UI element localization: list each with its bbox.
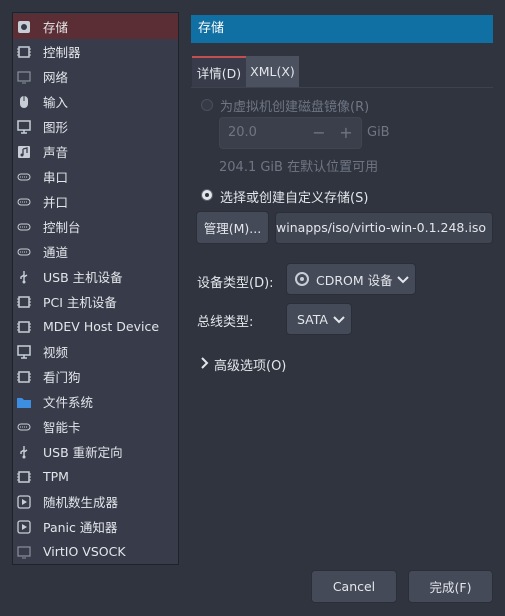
sidebar-item[interactable]: TPM (13, 464, 178, 489)
monitor-icon (16, 119, 32, 135)
sidebar-item[interactable]: 通道 (13, 239, 178, 264)
usb-redirect-icon (16, 444, 32, 460)
sidebar-item[interactable]: USB 重新定向 (13, 439, 178, 464)
bus-type-value: SATA (297, 311, 328, 327)
sidebar-item[interactable]: 看门狗 (13, 364, 178, 389)
storage-path-value: /var/lib/libvirt/images/winapps/iso/virt… (276, 220, 486, 235)
custom-storage-radio[interactable] (201, 189, 213, 201)
sidebar-item-label: 并口 (43, 195, 69, 210)
rng-icon (16, 494, 32, 510)
custom-storage-label: 选择或创建自定义存储(S) (220, 191, 369, 206)
available-space: 204.1 GiB 在默认位置可用 (219, 160, 379, 175)
channel-icon (16, 244, 32, 260)
sidebar-item[interactable]: 串口 (13, 164, 178, 189)
vsock-icon (16, 544, 32, 560)
bus-type-select[interactable]: SATA (286, 303, 352, 335)
sidebar-item-label: USB 重新定向 (43, 445, 123, 460)
smartcard-icon (16, 419, 32, 435)
sidebar-item[interactable]: 存储 (13, 14, 178, 39)
disk-size-spinner[interactable]: 20.0 − + (219, 117, 362, 149)
sidebar-item-label: 智能卡 (43, 420, 81, 435)
sidebar-item-label: VirtIO VSOCK (43, 544, 126, 559)
create-image-label: 为虚拟机创建磁盘镜像(R) (220, 100, 370, 115)
sidebar-item[interactable]: 图形 (13, 114, 178, 139)
size-unit: GiB (367, 125, 390, 140)
sidebar-item[interactable]: 控制器 (13, 39, 178, 64)
increment-button[interactable]: + (335, 121, 357, 145)
sidebar-item[interactable]: USB 主机设备 (13, 264, 178, 289)
sidebar-item-label: 串口 (43, 170, 69, 185)
sidebar-item[interactable]: VirtIO VSOCK (13, 539, 178, 564)
sidebar-item-label: PCI 主机设备 (43, 295, 117, 310)
music-icon (16, 144, 32, 160)
device-type-value: CDROM 设备 (316, 272, 393, 288)
sidebar-item[interactable]: 视频 (13, 339, 178, 364)
bus-type-label: 总线类型: (197, 315, 254, 330)
tab-details[interactable]: 详情(D) (192, 56, 246, 87)
parallel-icon (16, 194, 32, 210)
chevron-right-icon (200, 356, 210, 373)
serial-icon (16, 169, 32, 185)
controller-icon (16, 44, 32, 60)
sidebar-item-label: 控制台 (43, 220, 81, 235)
sidebar-item[interactable]: 控制台 (13, 214, 178, 239)
advanced-options-expander[interactable]: 高级选项(O) (200, 355, 286, 374)
device-type-label: 设备类型(D): (197, 276, 274, 291)
sidebar-item-label: 视频 (43, 345, 69, 360)
sidebar-item-label: 控制器 (43, 45, 81, 60)
pci-icon (16, 294, 32, 310)
sidebar-item[interactable]: 输入 (13, 89, 178, 114)
sidebar-item[interactable]: 声音 (13, 139, 178, 164)
usb-icon (16, 269, 32, 285)
video-icon (16, 344, 32, 360)
sidebar-item[interactable]: 网络 (13, 64, 178, 89)
sidebar-item[interactable]: MDEV Host Device (13, 314, 178, 339)
sidebar-item-label: 存储 (43, 20, 69, 35)
sidebar-item-label: 图形 (43, 120, 69, 135)
cdrom-icon (295, 272, 309, 286)
device-list[interactable]: 存储控制器网络输入图形声音串口并口控制台通道 USB 主机设备 PCI 主机设备 MD… (12, 12, 179, 565)
sidebar-item-label: MDEV Host Device (43, 319, 160, 334)
sidebar-item-label: 随机数生成器 (43, 495, 119, 510)
chevron-down-icon (397, 273, 409, 288)
sidebar-item-label: 文件系统 (43, 395, 94, 410)
sidebar-item-label: 看门狗 (43, 370, 81, 385)
decrement-button[interactable]: − (308, 121, 330, 145)
console-icon (16, 219, 32, 235)
create-image-radio[interactable] (201, 99, 213, 111)
storage-path-input[interactable]: /var/lib/libvirt/images/winapps/iso/virt… (275, 212, 493, 244)
sidebar-item[interactable]: PCI 主机设备 (13, 289, 178, 314)
disk-icon (16, 19, 32, 35)
sidebar-item-label: TPM (43, 469, 69, 484)
page-title: 存储 (191, 15, 493, 43)
tab-divider (191, 87, 493, 88)
sidebar-item-label: 声音 (43, 145, 69, 160)
panic-icon (16, 519, 32, 535)
advanced-options-label: 高级选项(O) (214, 359, 287, 374)
tpm-icon (16, 469, 32, 485)
disk-size-value: 20.0 (228, 125, 257, 140)
sidebar-item[interactable]: 随机数生成器 (13, 489, 178, 514)
mdev-icon (16, 319, 32, 335)
finish-button[interactable]: 完成(F) (408, 570, 493, 603)
sidebar-item-label: USB 主机设备 (43, 270, 123, 285)
cancel-button[interactable]: Cancel (311, 570, 397, 603)
sidebar-item[interactable]: 智能卡 (13, 414, 178, 439)
manage-button[interactable]: 管理(M)... (196, 211, 269, 244)
sidebar-item-label: Panic 通知器 (43, 520, 118, 535)
device-type-select[interactable]: CDROM 设备 (286, 263, 416, 295)
tab-xml[interactable]: XML(X) (246, 56, 299, 87)
sidebar-item-label: 网络 (43, 70, 69, 85)
sidebar-item-label: 通道 (43, 245, 69, 260)
sidebar-item[interactable]: 并口 (13, 189, 178, 214)
sidebar-item-label: 输入 (43, 95, 69, 110)
folder-icon (16, 394, 32, 410)
sidebar-item[interactable]: Panic 通知器 (13, 514, 178, 539)
mouse-icon (16, 94, 32, 110)
chevron-down-icon (333, 313, 345, 328)
network-icon (16, 69, 32, 85)
sidebar-item[interactable]: 文件系统 (13, 389, 178, 414)
watchdog-icon (16, 369, 32, 385)
